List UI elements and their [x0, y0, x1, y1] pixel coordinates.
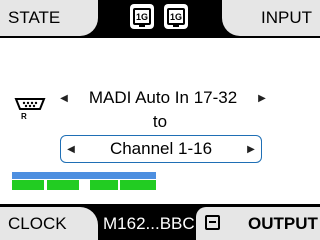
network-badge-1-label: 1G: [133, 8, 151, 27]
meter-segment: [90, 180, 118, 190]
destination-prev-arrow-icon[interactable]: ◀: [65, 144, 77, 155]
input-tab[interactable]: INPUT: [222, 0, 320, 36]
source-selector[interactable]: ◀ MADI Auto In 17-32 ▶: [58, 86, 268, 110]
destination-selector[interactable]: ◀ Channel 1-16 ▶: [60, 135, 262, 163]
network-badge-2-label: 1G: [167, 8, 185, 27]
meter-segment: [12, 180, 44, 190]
network-1g-icon: 1G: [164, 4, 188, 29]
source-next-arrow-icon[interactable]: ▶: [256, 93, 268, 104]
device-name: M162...BBC: [103, 214, 195, 233]
meter-segment: [47, 180, 79, 190]
level-meters: [12, 172, 156, 190]
destination-label: Channel 1-16: [109, 139, 213, 158]
meter-top-bar: [12, 172, 156, 179]
source-prev-arrow-icon[interactable]: ◀: [58, 93, 70, 104]
collapse-icon[interactable]: [205, 215, 220, 230]
to-label: to: [152, 112, 168, 131]
destination-next-arrow-icon[interactable]: ▶: [245, 144, 257, 155]
output-tab[interactable]: OUTPUT: [248, 207, 318, 240]
state-tab[interactable]: STATE: [0, 0, 98, 36]
clock-tab[interactable]: CLOCK: [0, 207, 98, 240]
meter-segment: [120, 180, 156, 190]
network-1g-icon: 1G: [130, 4, 154, 29]
source-label: MADI Auto In 17-32: [88, 88, 238, 107]
